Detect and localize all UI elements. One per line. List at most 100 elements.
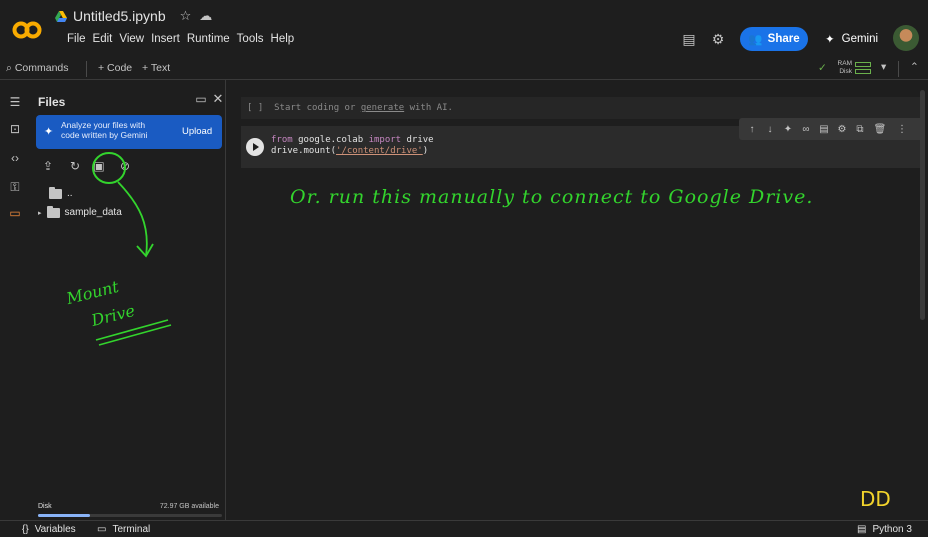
comment-icon[interactable]: ▤ xyxy=(817,122,831,136)
runtime-label: Python 3 xyxy=(872,524,912,535)
close-icon[interactable]: ✕ xyxy=(208,89,228,109)
code-token: google.colab xyxy=(298,135,364,145)
menu-help[interactable]: Help xyxy=(271,33,295,45)
find-replace-icon[interactable]: ⊡ xyxy=(8,122,22,136)
resource-meter[interactable] xyxy=(855,62,871,76)
share-button[interactable]: 👥 Share xyxy=(740,27,808,51)
avatar[interactable] xyxy=(893,25,919,51)
code-token: import xyxy=(368,135,402,145)
code-snippets-icon[interactable]: ‹› xyxy=(8,151,22,165)
table-of-contents-icon[interactable]: ☰ xyxy=(8,95,22,109)
mount-drive-icon[interactable]: ▣ xyxy=(91,158,107,174)
sparkle-icon: ✦ xyxy=(825,34,835,46)
disk-label: Disk xyxy=(839,68,852,75)
left-rail: ☰ ⊡ ‹› ⚿ ▭ xyxy=(0,80,28,520)
mirror-cell-icon[interactable]: ⧉ xyxy=(853,122,867,136)
add-text-button[interactable]: + Text xyxy=(142,62,170,74)
code-token: drive.mount( xyxy=(271,146,337,156)
notebook-toolbar: ⌕ Commands + Code + Text ✓ RAM Disk ▾ ⌃ xyxy=(0,58,928,80)
code-token: from xyxy=(271,135,293,145)
add-code-button[interactable]: + Code xyxy=(98,62,132,74)
star-icon[interactable]: ☆ xyxy=(180,8,192,24)
ram-label: RAM xyxy=(837,60,852,67)
run-cell-button[interactable] xyxy=(246,138,264,156)
drive-icon xyxy=(55,10,67,22)
settings-gear-icon[interactable]: ⚙ xyxy=(708,29,728,49)
tree-item-sample-data[interactable]: ▸ sample_data xyxy=(38,205,122,218)
upload-button[interactable]: Upload xyxy=(182,126,212,137)
settings-gear-icon[interactable]: ⚙ xyxy=(835,122,849,136)
tree-item-label: sample_data xyxy=(64,207,122,218)
colab-logo-icon[interactable] xyxy=(12,20,42,40)
variables-button[interactable]: {} Variables xyxy=(22,524,76,535)
terminal-icon: ▭ xyxy=(97,524,107,535)
terminal-button[interactable]: ▭ Terminal xyxy=(97,524,150,535)
resource-labels[interactable]: RAM Disk xyxy=(834,60,852,76)
refresh-icon[interactable]: ↻ xyxy=(67,158,83,174)
connect-dropdown-icon[interactable]: ▾ xyxy=(881,61,886,73)
empty-code-cell[interactable]: [ ] Start coding or generate with AI. xyxy=(241,97,924,119)
notebook-area: [ ] Start coding or generate with AI. fr… xyxy=(227,80,928,520)
code-token: drive xyxy=(406,135,434,145)
code-cell[interactable]: from google.colab import drive drive.mou… xyxy=(241,118,925,168)
handwritten-initials: DD xyxy=(860,487,891,511)
code-token: '/content/drive' xyxy=(336,146,423,156)
hide-visibility-icon[interactable]: ⊘ xyxy=(117,158,133,174)
cloud-icon[interactable]: ☁ xyxy=(199,8,212,24)
empty-cell-placeholder: [ ] Start coding or generate with AI. xyxy=(247,103,453,113)
tree-item-label: .. xyxy=(67,188,73,199)
gemini-upload-banner: ✦ Analyze your files with code written b… xyxy=(36,115,222,149)
menu-file[interactable]: File xyxy=(67,33,86,45)
code-token: ) xyxy=(422,146,429,156)
placeholder-suffix: with AI. xyxy=(409,103,453,113)
comments-icon[interactable]: ▤ xyxy=(679,29,699,49)
commands-button[interactable]: ⌕ Commands xyxy=(6,62,69,75)
move-down-icon[interactable]: ↓ xyxy=(763,122,777,136)
connected-check-icon: ✓ xyxy=(818,62,827,74)
notebook-scrollbar[interactable] xyxy=(920,90,925,320)
variables-label: Variables xyxy=(34,524,76,535)
share-label: Share xyxy=(767,33,800,45)
menu-tools[interactable]: Tools xyxy=(237,33,264,45)
files-title: Files xyxy=(38,95,66,109)
gemini-button[interactable]: ✦ Gemini xyxy=(825,27,878,51)
status-bar: {} Variables ▭ Terminal ▤ Python 3 xyxy=(0,520,928,537)
menu-edit[interactable]: Edit xyxy=(93,33,113,45)
disk-usage-label: Disk xyxy=(38,503,52,510)
sparkle-icon: ✦ xyxy=(44,126,54,138)
files-panel: Files ▭ ✕ ✦ Analyze your files with code… xyxy=(28,80,226,520)
disk-usage-fill xyxy=(38,514,90,517)
link-icon[interactable]: ∞ xyxy=(799,122,813,136)
menu-insert[interactable]: Insert xyxy=(151,33,180,45)
disk-usage-bar xyxy=(38,514,222,517)
upload-file-icon[interactable]: ⇪ xyxy=(40,158,56,174)
file-name[interactable]: Untitled5.ipynb xyxy=(73,8,166,24)
secrets-key-icon[interactable]: ⚿ xyxy=(8,180,22,194)
folder-open-icon xyxy=(49,186,62,199)
server-icon: ▤ xyxy=(857,524,867,535)
terminal-label: Terminal xyxy=(112,524,151,535)
menu-view[interactable]: View xyxy=(119,33,144,45)
code-editor[interactable]: from google.colab import drive drive.mou… xyxy=(271,135,434,157)
caret-right-icon[interactable]: ▸ xyxy=(38,209,42,217)
search-icon: ⌕ xyxy=(6,62,12,74)
generate-link[interactable]: generate xyxy=(361,103,404,113)
more-vert-icon[interactable]: ⋮ xyxy=(895,122,909,136)
tree-item-parent[interactable]: .. xyxy=(38,186,73,199)
disk-available: 72.97 GB available xyxy=(159,503,219,510)
runtime-indicator[interactable]: ▤ Python 3 xyxy=(857,524,912,535)
folder-icon xyxy=(46,205,60,218)
notebook-title: Untitled5.ipynb ☆ ☁ xyxy=(55,8,212,24)
handwritten-note: Or. run this manually to connect to Goog… xyxy=(290,186,814,208)
gemini-label: Gemini xyxy=(841,33,879,45)
files-folder-icon[interactable]: ▭ xyxy=(8,206,22,220)
move-up-icon[interactable]: ↑ xyxy=(745,122,759,136)
sparkle-icon[interactable]: ✦ xyxy=(781,122,795,136)
toolbar-divider xyxy=(86,61,87,77)
delete-icon[interactable]: 🗑 xyxy=(873,122,887,136)
placeholder-text: Start coding or xyxy=(274,103,356,113)
menu-runtime[interactable]: Runtime xyxy=(187,33,230,45)
menu-bar: File Edit View Insert Runtime Tools Help xyxy=(67,33,294,45)
collapse-chevron-up-icon[interactable]: ⌃ xyxy=(910,61,919,73)
cell-toolbar: ↑ ↓ ✦ ∞ ▤ ⚙ ⧉ 🗑 ⋮ xyxy=(739,118,925,140)
